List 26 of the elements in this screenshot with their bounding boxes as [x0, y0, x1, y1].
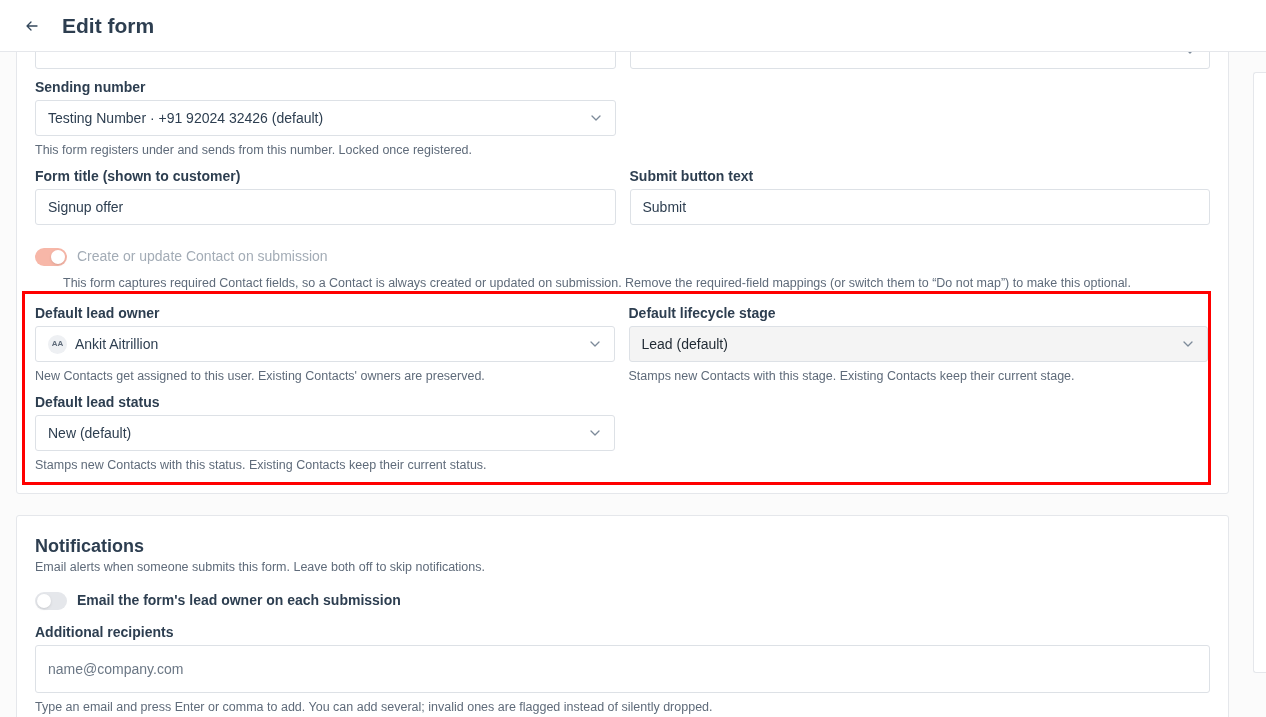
- field-label: Form title (shown to customer): [35, 167, 242, 185]
- page-title: Edit form: [62, 12, 155, 39]
- toggle-label: Create or update Contact on submission: [77, 247, 328, 266]
- text-field[interactable]: Signup offer: [35, 189, 616, 225]
- help-text: Stamps new Contacts with this stage. Existing Contacts keep their current stage.: [628, 368, 1076, 384]
- select-field[interactable]: New (default): [35, 415, 615, 451]
- help-text: Stamps new Contacts with this status. Existing Contacts keep their current status.: [35, 457, 488, 473]
- section-title: Notifications: [35, 535, 145, 557]
- select-field[interactable]: AA Ankit Aitrillion: [35, 326, 615, 362]
- field-label: Additional recipients: [35, 623, 175, 641]
- toggle-switch[interactable]: [35, 591, 67, 610]
- field-label: Submit button text: [629, 167, 755, 185]
- select-field[interactable]: Testing Number · +91 92024 32426 (default): [35, 100, 616, 136]
- help-text: New Contacts get assigned to this user. Existing Contacts' owners are preserved.: [35, 368, 486, 384]
- text-field[interactable]: Submit: [629, 189, 1210, 225]
- field-label: Default lifecycle stage: [628, 304, 777, 322]
- toggle-label: Email the form's lead owner on each submission: [77, 591, 401, 610]
- field-label: Default lead status: [35, 393, 161, 411]
- avatar-initials: AA: [48, 334, 67, 354]
- field-label: Sending number: [35, 78, 147, 96]
- help-text: This form registers under and sends from this number. Locked once registered.: [35, 142, 474, 158]
- help-text: Type an email and press Enter or comma to add. You can add several; invalid ones are flagged instead of silently dropped.: [35, 699, 714, 715]
- toggle-description: This form captures required Contact fields, so a Contact is always created or updated on submission. Remove the required-field mappings (or switch them to “Do not map”) to make this optional.: [62, 275, 1132, 291]
- field-label: Default lead owner: [35, 304, 161, 322]
- text-field[interactable]: name@company.com: [35, 645, 1210, 693]
- section-description: Email alerts when someone submits this form. Leave both off to skip notifications.: [35, 559, 486, 575]
